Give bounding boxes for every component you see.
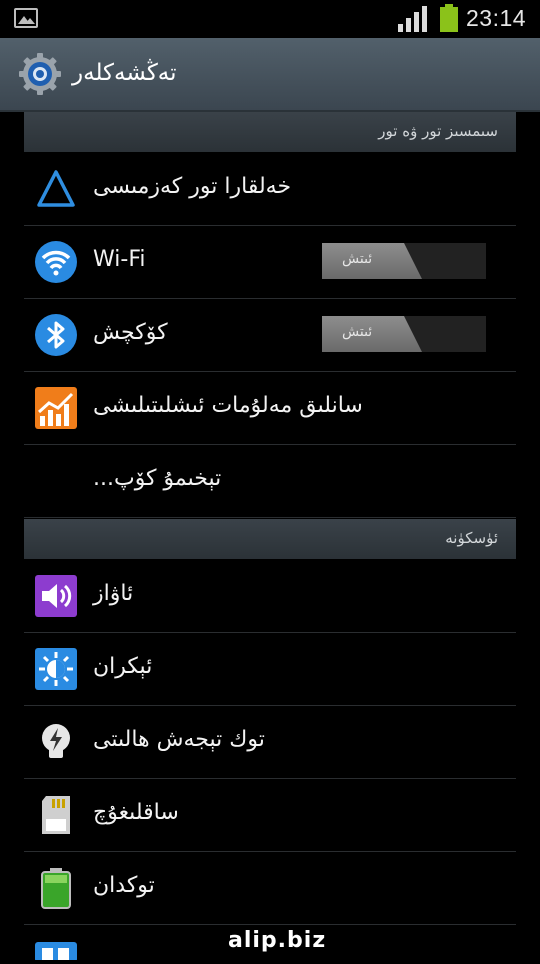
- list-item-label: تېخىمۇ كۆپ...: [93, 466, 222, 491]
- list-item-label: توكدان: [93, 873, 155, 898]
- list-item-data-usage[interactable]: سانلىق مەلۇمات ئىشلىتىلىشى: [24, 372, 516, 445]
- list-item-more[interactable]: تېخىمۇ كۆپ...: [24, 445, 516, 518]
- partial-list-item[interactable]: [34, 938, 78, 962]
- list-item-wifi[interactable]: Wi-Fi ئىتش: [24, 226, 516, 299]
- display-icon: [35, 648, 77, 690]
- battery-icon: [41, 868, 71, 909]
- apps-icon: [35, 942, 77, 962]
- image-notification-icon: [14, 8, 38, 28]
- list-item-label: خەلقارا تور كەزمىسى: [93, 174, 292, 199]
- signal-strength-icon: [398, 6, 428, 32]
- watermark: alip.biz: [228, 928, 327, 953]
- list-item-display[interactable]: ئېكران: [24, 633, 516, 706]
- power-saving-icon: [42, 724, 70, 758]
- battery-status-icon: [440, 4, 458, 32]
- triangle-network-icon: [37, 170, 75, 207]
- list-item-mobile-network[interactable]: خەلقارا تور كەزمىسى: [24, 153, 516, 226]
- bluetooth-icon: [35, 314, 77, 356]
- section-header-device: ئۈسكۈنە: [24, 519, 516, 559]
- section-header-wireless: سىمسىز تور ۋە تور: [24, 112, 516, 152]
- bluetooth-toggle[interactable]: ئىتش: [322, 316, 486, 352]
- list-item-battery[interactable]: توكدان: [24, 852, 516, 925]
- toggle-state-label: ئىتش: [342, 251, 373, 267]
- settings-gear-icon[interactable]: [18, 52, 62, 96]
- action-bar: تەڭشەكلەر: [0, 38, 540, 112]
- list-item-label: توك تېجەش ھالىتى: [93, 727, 265, 752]
- wifi-toggle[interactable]: ئىتش: [322, 243, 486, 279]
- list-item-label: ساقلىغۇچ: [93, 800, 179, 825]
- status-bar: 23:14: [0, 0, 540, 38]
- clock: 23:14: [466, 5, 527, 31]
- list-item-power-saving[interactable]: توك تېجەش ھالىتى: [24, 706, 516, 779]
- sound-icon: [35, 575, 77, 617]
- toggle-state-label: ئىتش: [342, 324, 373, 340]
- data-usage-icon: [35, 387, 77, 429]
- list-item-label: كۆكچش: [93, 320, 168, 345]
- list-item-sound[interactable]: ئاۋاز: [24, 560, 516, 633]
- list-item-storage[interactable]: ساقلىغۇچ: [24, 779, 516, 852]
- storage-icon: [42, 796, 70, 834]
- list-item-label: سانلىق مەلۇمات ئىشلىتىلىشى: [93, 393, 363, 418]
- list-item-bluetooth[interactable]: كۆكچش ئىتش: [24, 299, 516, 372]
- list-item-label: ئاۋاز: [93, 581, 134, 606]
- list-item-label: ئېكران: [93, 654, 153, 679]
- wifi-icon: [35, 241, 77, 283]
- page-title: تەڭشەكلەر: [72, 60, 177, 86]
- list-item-label: Wi-Fi: [93, 247, 146, 272]
